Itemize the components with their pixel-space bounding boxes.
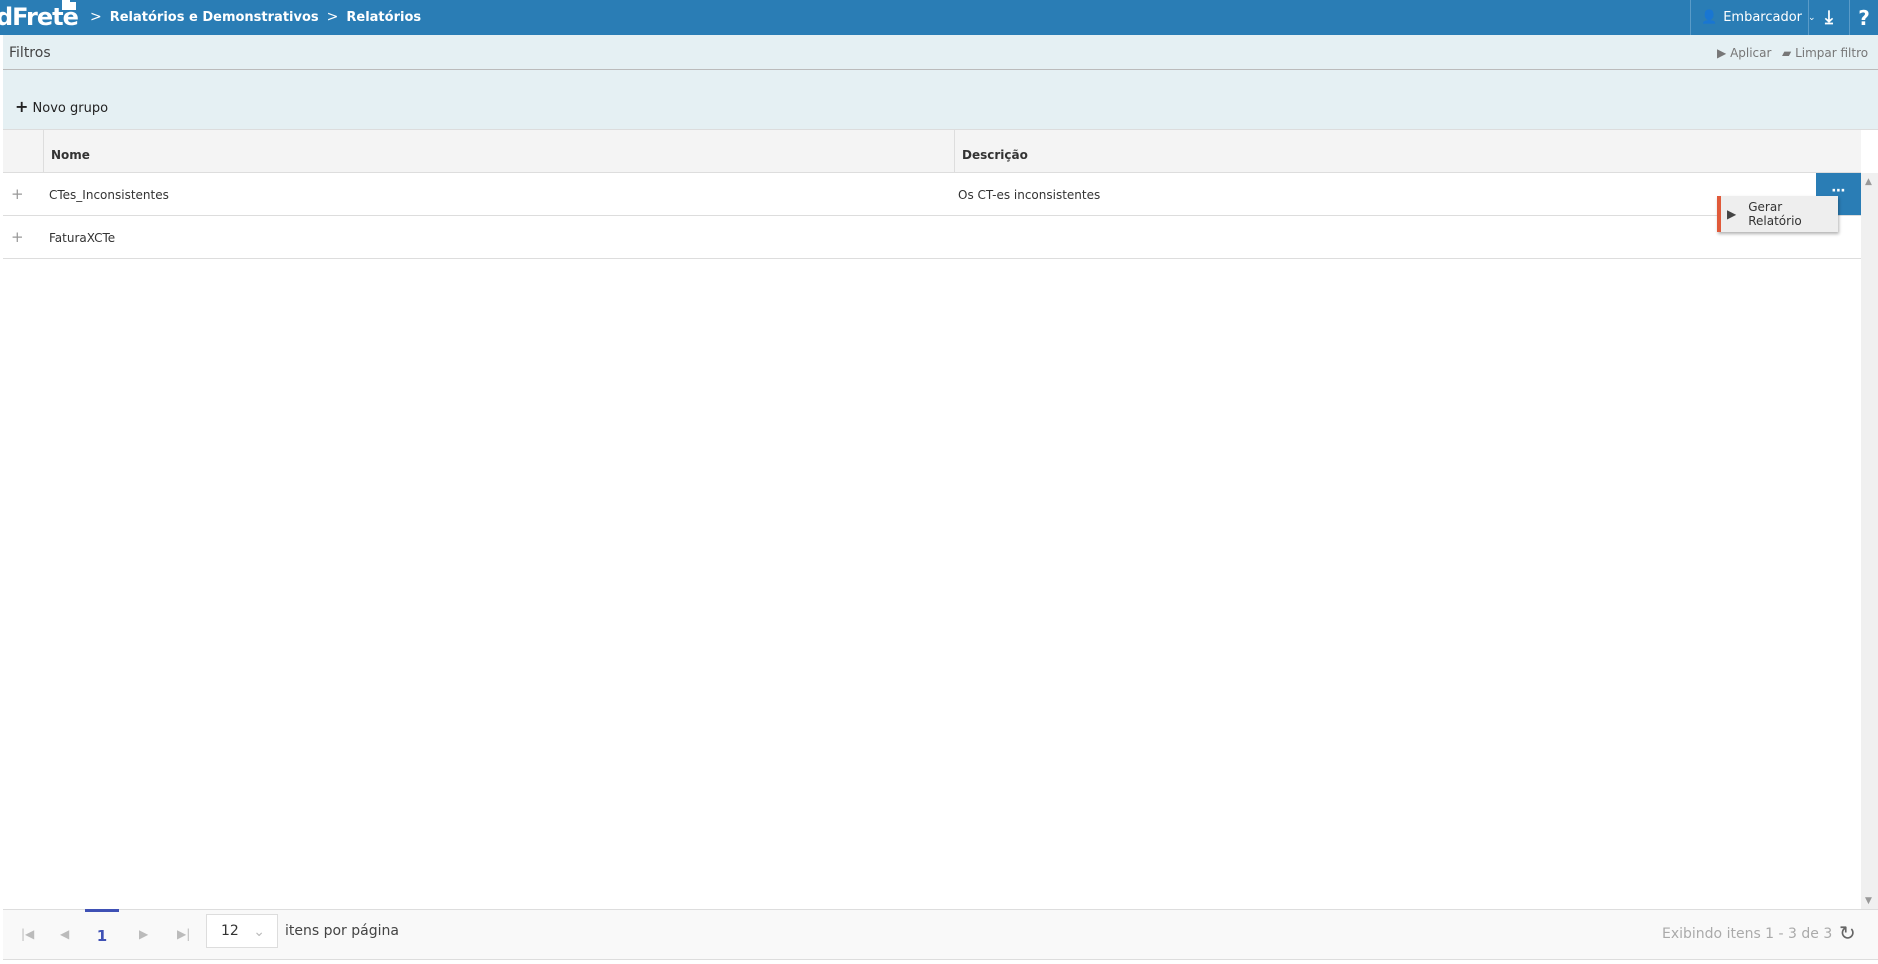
table-header: Nome Descrição [3, 130, 1861, 173]
pager-info: Exibindo itens 1 - 3 de 3 [1662, 926, 1833, 942]
cell-name: FaturaXCTe [49, 231, 116, 245]
column-header-descricao[interactable]: Descrição [954, 130, 1861, 173]
table-row[interactable]: + FaturaXCTe [3, 216, 1861, 259]
refresh-icon[interactable]: ↻ [1839, 921, 1856, 945]
user-menu[interactable]: 👤 Embarcador ⌄ [1690, 0, 1816, 35]
row-actions-menu: ▶ Gerar Relatório [1717, 196, 1838, 232]
filters-title: Filtros [9, 45, 51, 61]
apply-label: Aplicar [1730, 46, 1772, 60]
first-page-icon[interactable]: |◀ [21, 927, 34, 941]
vertical-scrollbar[interactable]: ▲ ▼ [1861, 173, 1878, 910]
clear-filter-button[interactable]: ▰ Limpar filtro [1782, 46, 1868, 60]
expand-icon[interactable]: + [11, 185, 24, 203]
user-icon: 👤 [1701, 10, 1718, 25]
chevron-down-icon: ⌄ [253, 924, 265, 940]
logo-mark [62, 0, 76, 10]
page-size-select[interactable]: 12 ⌄ [206, 914, 278, 948]
play-icon: ▶ [1727, 207, 1737, 221]
page-button-current[interactable]: 1 [85, 909, 119, 960]
plus-icon: + [15, 97, 29, 116]
table-row[interactable]: + CTes_Inconsistentes Os CT-es inconsist… [3, 173, 1861, 216]
apply-button[interactable]: ▶ Aplicar [1717, 46, 1771, 60]
top-bar: dFrete > Relatórios e Demonstrativos > R… [0, 0, 1878, 35]
page-size-label: itens por página [285, 923, 399, 939]
new-group-label: Novo grupo [32, 101, 109, 116]
group-bar: + Novo grupo [3, 70, 1878, 130]
chevron-right-icon: > [326, 9, 339, 25]
eraser-icon: ▰ [1782, 46, 1792, 60]
play-icon: ▶ [1717, 46, 1727, 60]
breadcrumb-item[interactable]: Relatórios e Demonstrativos [110, 10, 319, 25]
filters-bar: Filtros ▶ Aplicar ▰ Limpar filtro [3, 35, 1878, 70]
breadcrumb: > Relatórios e Demonstrativos > Relatóri… [90, 9, 421, 25]
cell-name: CTes_Inconsistentes [49, 188, 169, 202]
clear-filter-label: Limpar filtro [1795, 46, 1869, 60]
scroll-up-icon[interactable]: ▲ [1865, 177, 1872, 187]
expand-icon[interactable]: + [11, 228, 24, 246]
user-name: Embarcador [1723, 10, 1803, 25]
scroll-down-icon[interactable]: ▼ [1865, 896, 1872, 906]
pager: |◀ ◀ 1 ▶ ▶| 12 ⌄ itens por página Exibind… [3, 909, 1878, 960]
help-icon: ? [1858, 5, 1870, 30]
page-size-value: 12 [221, 923, 239, 939]
last-page-icon[interactable]: ▶| [177, 927, 190, 941]
prev-page-icon[interactable]: ◀ [60, 927, 69, 941]
download-icon: ⤓ [1825, 7, 1833, 28]
help-button[interactable]: ? [1849, 0, 1878, 35]
next-page-icon[interactable]: ▶ [139, 927, 148, 941]
new-group-button[interactable]: + Novo grupo [15, 97, 108, 116]
column-header-nome[interactable]: Nome [43, 130, 962, 173]
download-button[interactable]: ⤓ [1808, 0, 1849, 35]
chevron-right-icon: > [90, 9, 102, 25]
menu-item-gerar-relatorio[interactable]: Gerar Relatório [1748, 200, 1838, 228]
cell-description: Os CT-es inconsistentes [958, 188, 1101, 202]
breadcrumb-item[interactable]: Relatórios [346, 10, 421, 25]
